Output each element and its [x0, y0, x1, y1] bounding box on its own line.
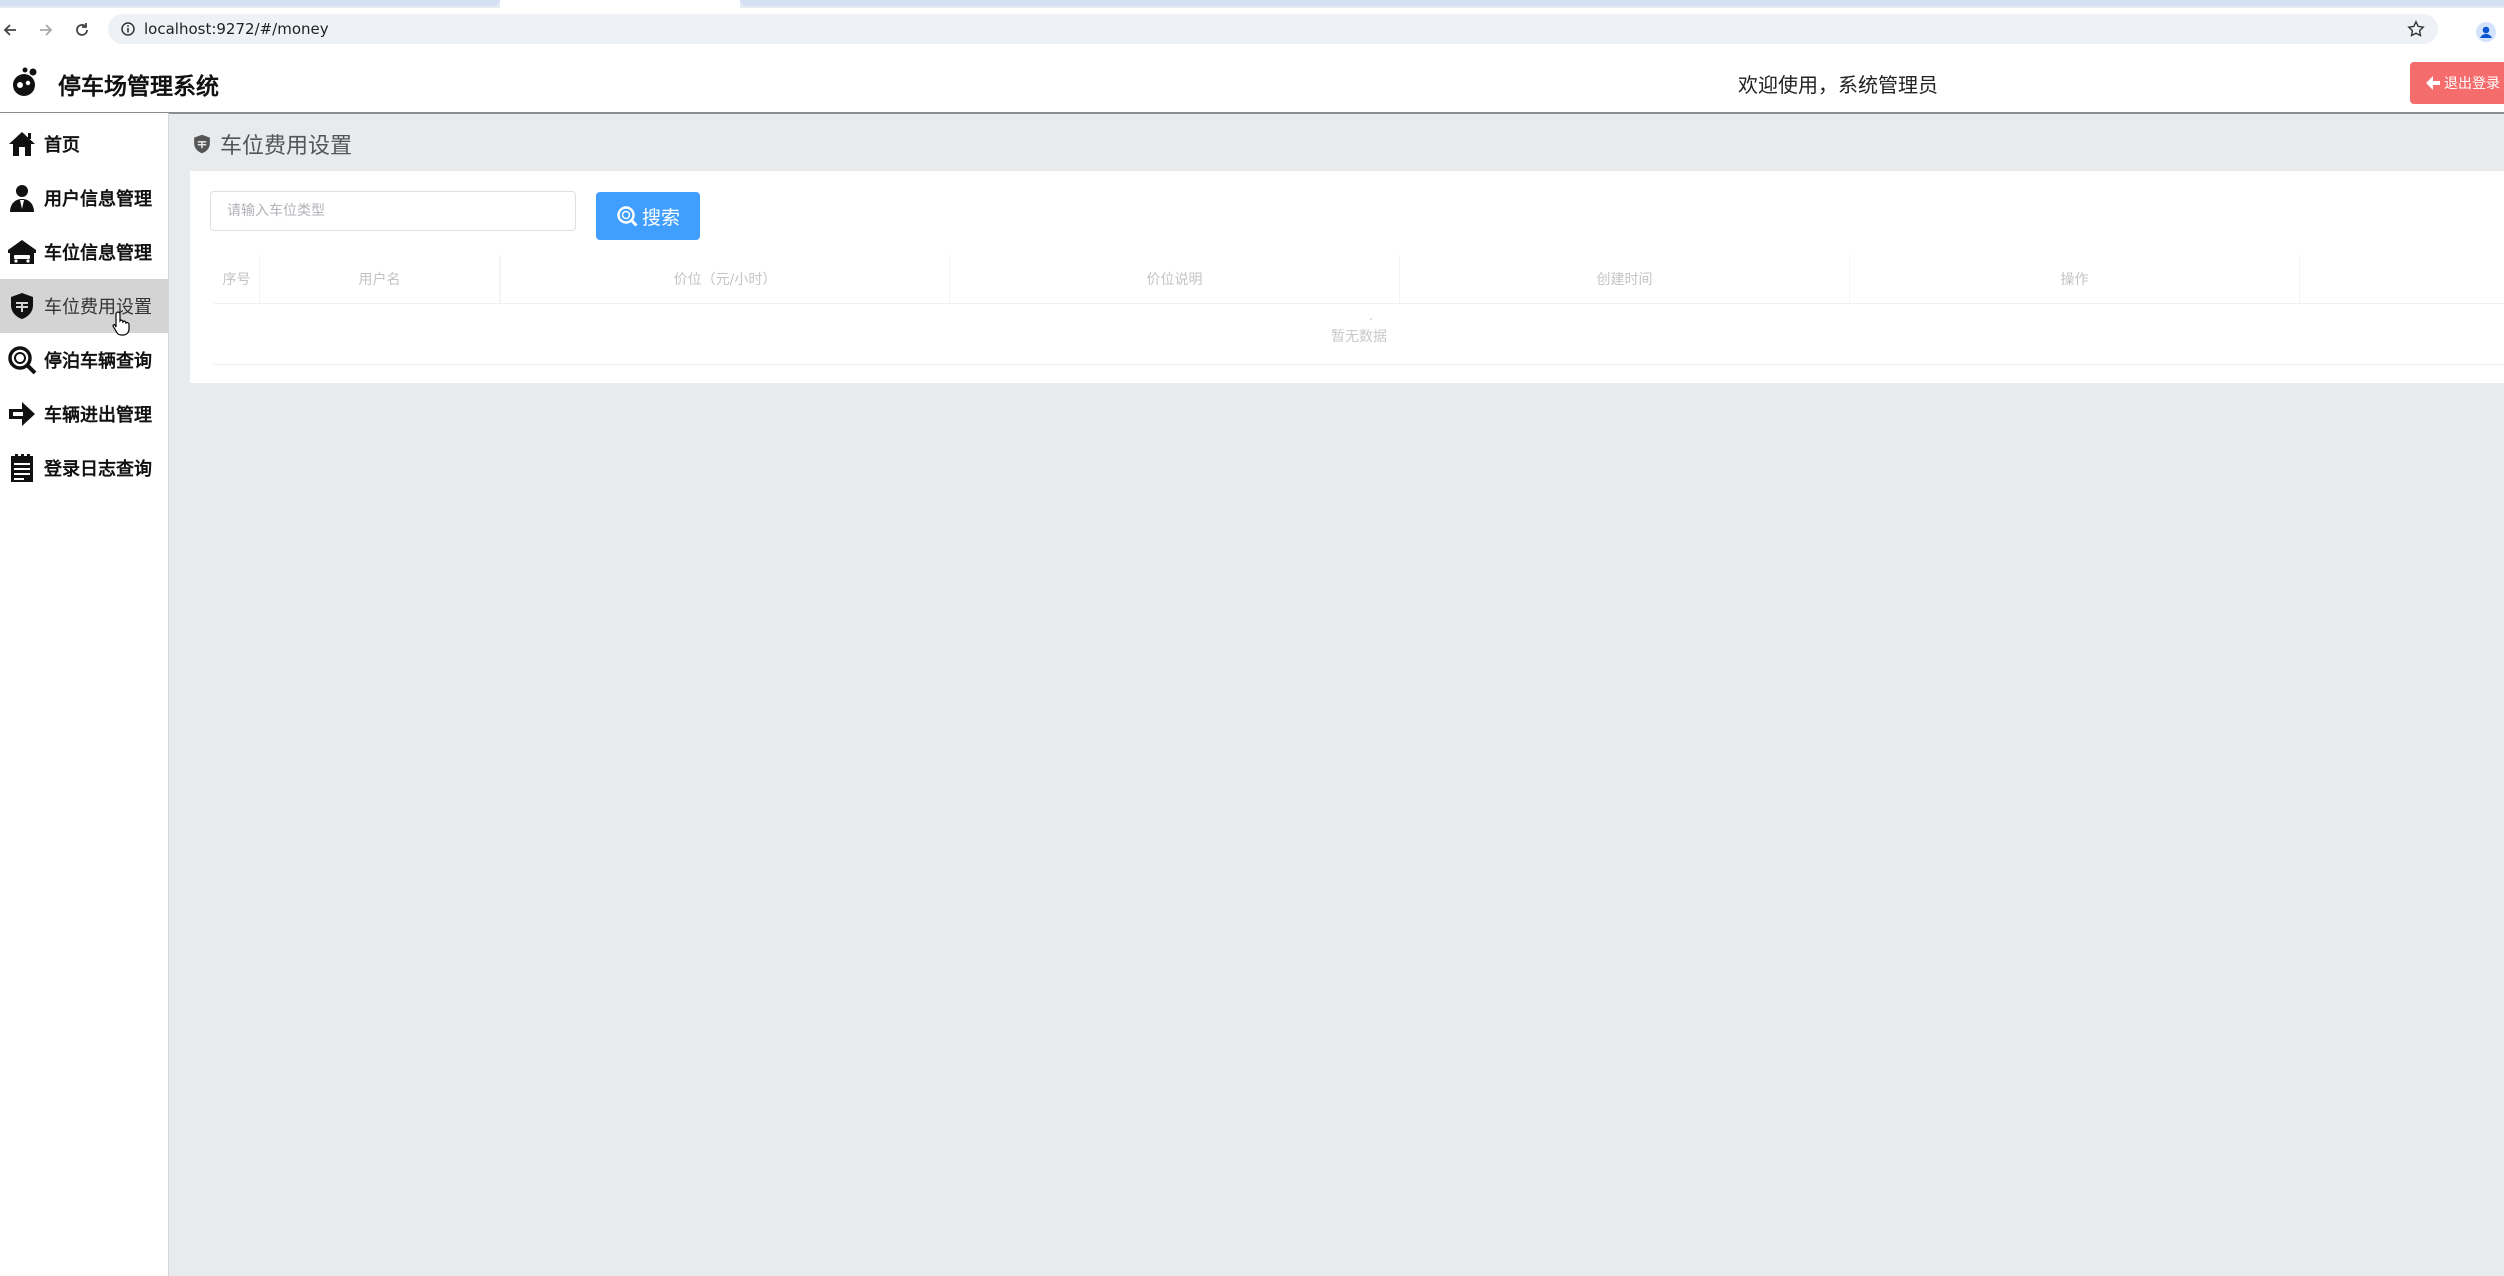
address-bar[interactable]: localhost:9272/#/money	[108, 14, 2438, 44]
browser-tab-strip	[0, 0, 2504, 8]
column-header-created-time[interactable]: 创建时间	[1400, 255, 1850, 303]
forward-button[interactable]	[32, 16, 60, 44]
empty-text: 暂无数据	[1331, 329, 1387, 345]
user-icon	[6, 182, 38, 214]
reload-icon	[76, 23, 88, 36]
logout-icon	[2426, 76, 2440, 90]
reload-button[interactable]	[68, 16, 96, 44]
column-header-actions[interactable]: 操作	[1850, 255, 2300, 303]
sidebar-item-label: 首页	[44, 135, 80, 156]
entry-exit-icon	[6, 398, 38, 430]
column-header-price[interactable]: 价位（元/小时）	[500, 255, 950, 303]
page-breadcrumb: 车位费用设置	[192, 128, 352, 160]
search-icon	[617, 206, 638, 227]
table-header: 序号 用户名 价位（元/小时） 价位说明 创建时间 操作	[214, 255, 2504, 304]
browser-tab-active[interactable]	[500, 0, 740, 8]
sidebar-item-label: 停泊车辆查询	[44, 351, 152, 372]
app-header: 停车场管理系统 欢迎使用，系统管理员 退出登录	[0, 54, 2504, 114]
logout-button[interactable]: 退出登录	[2410, 62, 2504, 104]
search-button-label: 搜索	[641, 206, 680, 229]
sidebar: 首页 用户信息管理 车位信息管理 车位费用设置 停泊车辆查询 车辆进出管理 登录…	[0, 113, 169, 1276]
search-input[interactable]	[210, 191, 576, 231]
home-icon	[6, 128, 38, 160]
fee-icon	[194, 134, 210, 154]
pointer-cursor-icon	[112, 311, 130, 336]
back-arrow-icon	[3, 24, 16, 36]
url-text[interactable]: localhost:9272/#/money	[144, 20, 329, 38]
logo-icon	[13, 67, 37, 96]
sidebar-item-parked-query[interactable]: 停泊车辆查询	[0, 333, 168, 387]
sidebar-item-home[interactable]: 首页	[0, 117, 168, 171]
sidebar-item-label: 车辆进出管理	[44, 405, 152, 426]
column-header-price-desc[interactable]: 价位说明	[950, 255, 1400, 303]
sidebar-item-label: 用户信息管理	[44, 189, 152, 210]
site-info-icon[interactable]	[116, 17, 140, 41]
system-title: 停车场管理系统	[58, 74, 219, 100]
sidebar-item-label: 登录日志查询	[44, 459, 152, 480]
search-button[interactable]: 搜索	[596, 192, 700, 240]
column-header-index[interactable]: 序号	[214, 255, 260, 303]
bookmark-star-icon[interactable]	[2404, 17, 2428, 41]
sidebar-item-user-info[interactable]: 用户信息管理	[0, 171, 168, 225]
sidebar-item-login-log[interactable]: 登录日志查询	[0, 441, 168, 495]
browser-tab[interactable]	[740, 0, 2504, 6]
column-header-username[interactable]: 用户名	[260, 255, 500, 303]
sidebar-item-space-info[interactable]: 车位信息管理	[0, 225, 168, 279]
back-button[interactable]	[0, 16, 24, 44]
garage-icon	[6, 236, 38, 268]
forward-arrow-icon	[40, 24, 53, 36]
sidebar-item-label: 车位费用设置	[44, 297, 152, 318]
browser-tab[interactable]	[0, 0, 500, 6]
browser-toolbar: localhost:9272/#/money	[0, 8, 2504, 54]
welcome-text: 欢迎使用，系统管理员	[1738, 73, 1938, 97]
logout-label: 退出登录	[2444, 76, 2500, 92]
log-icon	[6, 452, 38, 484]
fee-icon	[6, 290, 38, 322]
search-car-icon	[6, 344, 38, 376]
sidebar-item-label: 车位信息管理	[44, 243, 152, 264]
profile-icon[interactable]	[2474, 20, 2498, 44]
page-title: 车位费用设置	[220, 134, 353, 159]
fee-table: 序号 用户名 价位（元/小时） 价位说明 创建时间 操作 ˊ 暂无数据	[214, 255, 2504, 365]
empty-row: ˊ 暂无数据	[214, 304, 2504, 365]
sidebar-item-entry-exit[interactable]: 车辆进出管理	[0, 387, 168, 441]
sidebar-item-fee-settings[interactable]: 车位费用设置	[0, 279, 168, 333]
